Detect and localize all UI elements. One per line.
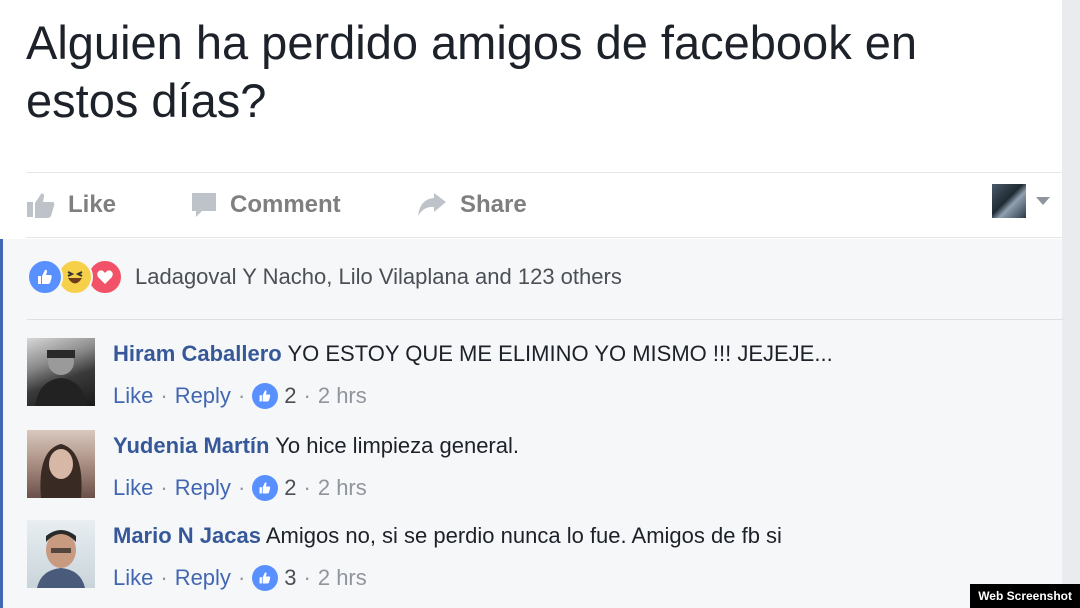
comment-like-count[interactable]: 3 (284, 562, 296, 594)
comment-author-link[interactable]: Yudenia Martín (113, 433, 269, 458)
comment-meta: Like · Reply · 3 · 2 hrs (113, 562, 782, 594)
comment-bubble-icon (192, 193, 216, 217)
comment-meta: Like · Reply · 2 · 2 hrs (113, 472, 519, 504)
divider (27, 319, 1063, 320)
avatar (992, 184, 1026, 218)
comment-text: Amigos no, si se perdio nunca lo fue. Am… (265, 523, 782, 548)
comment-timestamp[interactable]: 2 hrs (318, 472, 367, 504)
comment-like-count[interactable]: 2 (284, 472, 296, 504)
comment-like-link[interactable]: Like (113, 562, 153, 594)
comment-timestamp[interactable]: 2 hrs (318, 562, 367, 594)
like-label: Like (68, 191, 117, 218)
comment-author-link[interactable]: Hiram Caballero (113, 341, 282, 366)
thumbs-up-icon (252, 383, 279, 409)
reactions-summary-text: Ladagoval Y Nacho, Lilo Vilaplana and 12… (135, 264, 622, 289)
comment-meta: Like · Reply · 2 · 2 hrs (113, 380, 833, 412)
reactions-summary[interactable]: Ladagoval Y Nacho, Lilo Vilaplana and 12… (27, 259, 622, 295)
post-actions-bar: Like Comment Share (26, 180, 1062, 230)
thumbs-up-icon (252, 475, 279, 501)
like-reaction-icon (27, 259, 63, 295)
share-arrow-icon (418, 193, 446, 216)
post-as-selector[interactable] (992, 184, 1054, 218)
post-text: Alguien ha perdido amigos de facebook en… (26, 16, 918, 127)
share-label: Share (460, 191, 527, 218)
thumbs-up-icon (27, 193, 55, 218)
comment-author-link[interactable]: Mario N Jacas (113, 523, 261, 548)
comment-like-link[interactable]: Like (113, 380, 153, 412)
avatar[interactable] (27, 520, 95, 588)
chevron-down-icon (1036, 197, 1050, 205)
comment-reply-link[interactable]: Reply (175, 380, 231, 412)
watermark-label: Web Screenshot (970, 584, 1080, 608)
facebook-post-card: Alguien ha perdido amigos de facebook en… (0, 0, 1063, 608)
comment-reply-link[interactable]: Reply (175, 472, 231, 504)
comment-like-link[interactable]: Like (113, 472, 153, 504)
avatar[interactable] (27, 338, 95, 406)
comments-section: Ladagoval Y Nacho, Lilo Vilaplana and 12… (0, 239, 1063, 608)
like-button[interactable]: Like (26, 180, 116, 230)
share-button[interactable]: Share (416, 180, 527, 230)
comment-label: Comment (230, 191, 341, 218)
thumbs-up-icon (252, 565, 279, 591)
comment-reply-link[interactable]: Reply (175, 562, 231, 594)
comment-like-count[interactable]: 2 (284, 380, 296, 412)
comment-button[interactable]: Comment (190, 180, 341, 230)
comment-text: Yo hice limpieza general. (275, 433, 519, 458)
avatar[interactable] (27, 430, 95, 498)
divider (26, 237, 1062, 238)
divider (26, 172, 1062, 173)
comment-text: YO ESTOY QUE ME ELIMINO YO MISMO !!! JEJ… (287, 341, 833, 366)
comment-timestamp[interactable]: 2 hrs (318, 380, 367, 412)
